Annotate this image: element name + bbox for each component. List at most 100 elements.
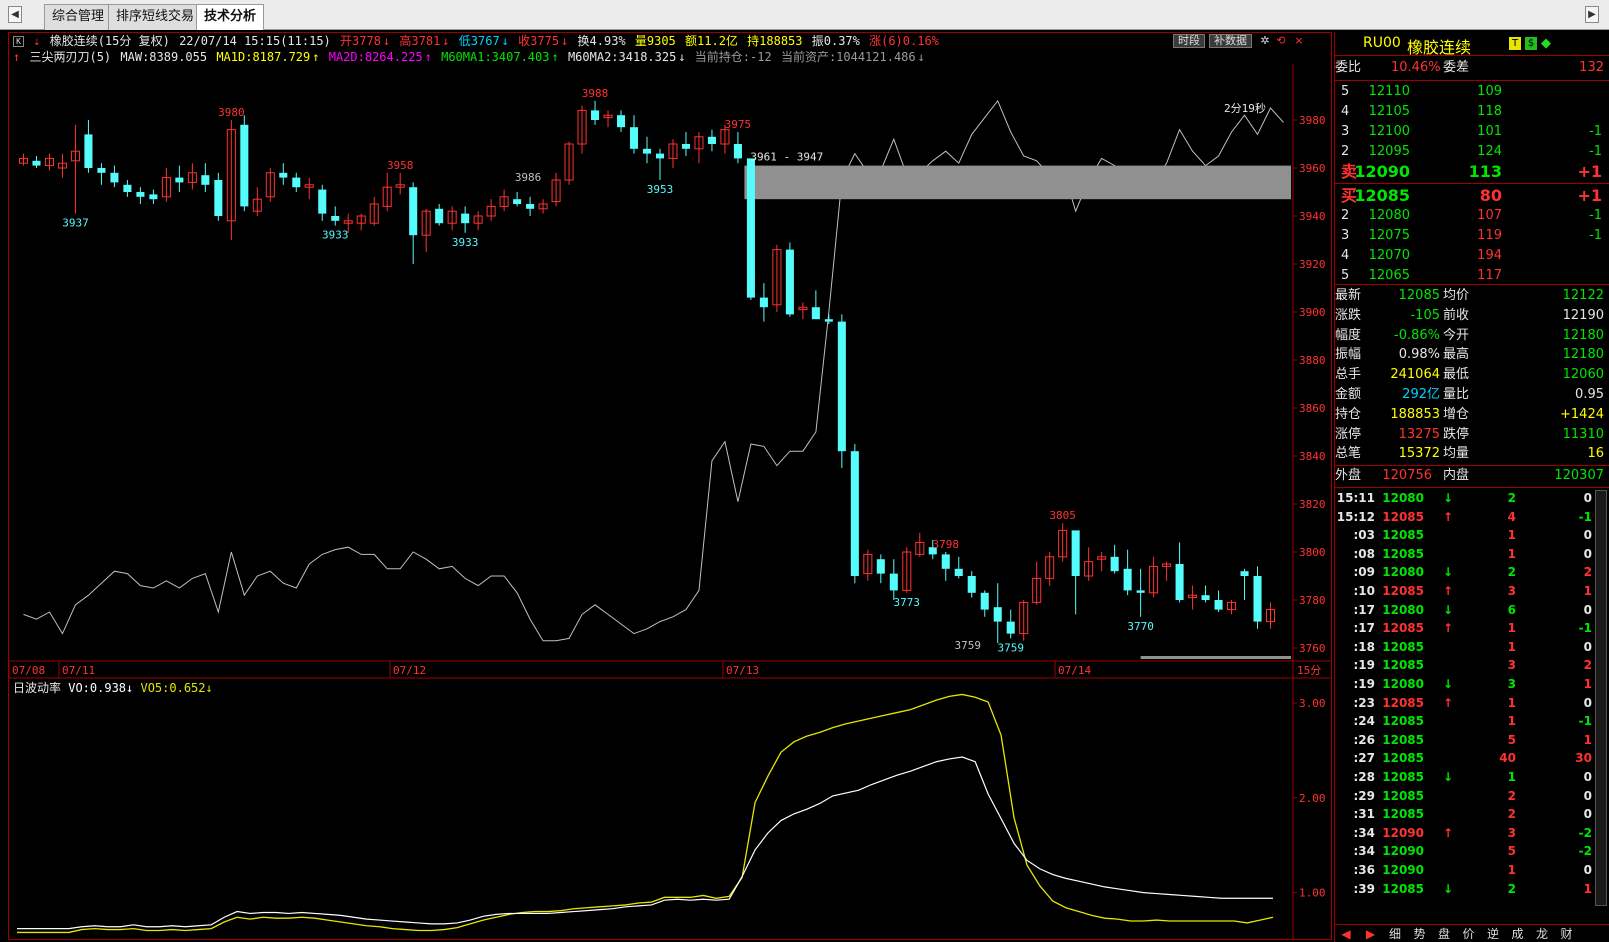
tick-price: 12085 <box>1382 528 1424 543</box>
tick-row[interactable]: :29 12085 2 0 <box>1335 787 1609 805</box>
candle-body <box>136 192 145 197</box>
bid-row[interactable]: 3 12075 119 -1 <box>1335 226 1609 246</box>
period-button[interactable]: 时段 <box>1173 34 1205 48</box>
bid-row[interactable]: 2 12080 107 -1 <box>1335 206 1609 226</box>
tick-volume: 1 <box>1507 528 1516 543</box>
back-icon[interactable]: ⟲ <box>1275 35 1287 47</box>
tick-open-interest: 0 <box>1583 695 1592 710</box>
ask-level: 5 <box>1341 84 1350 99</box>
tick-row[interactable]: :17 12080 ↓ 6 0 <box>1335 601 1609 619</box>
panel-tab-0[interactable]: ◀ <box>1337 926 1355 942</box>
tick-row[interactable]: :24 12085 1 -1 <box>1335 712 1609 730</box>
date-axis-label: 07/12 <box>393 664 426 677</box>
panel-tab-6[interactable]: 逆 <box>1484 926 1502 942</box>
tick-row[interactable]: :08 12085 1 0 <box>1335 545 1609 563</box>
tick-row[interactable]: :17 12085 ↑ 1 -1 <box>1335 619 1609 637</box>
panel-tab-4[interactable]: 盘 <box>1435 926 1453 942</box>
tick-price: 12085 <box>1382 639 1424 654</box>
ask-row[interactable]: 5 12110 109 <box>1335 82 1609 102</box>
bid-change: -1 <box>1589 228 1602 243</box>
tick-row[interactable]: :09 12080 ↓ 2 2 <box>1335 563 1609 581</box>
stat-row: 总笔 15372 均量 16 <box>1335 444 1609 464</box>
ask-row[interactable]: 3 12100 101 -1 <box>1335 122 1609 142</box>
stat-value: 241064 <box>1390 367 1440 383</box>
tick-open-interest: 2 <box>1583 658 1592 673</box>
tick-row[interactable]: :31 12085 2 0 <box>1335 805 1609 823</box>
supplement-data-button[interactable]: 补数据 <box>1209 34 1252 48</box>
tick-row[interactable]: :18 12085 1 0 <box>1335 638 1609 656</box>
minimize-icon[interactable]: K <box>13 36 24 47</box>
stat-row: 振幅 0.98% 最高 12180 <box>1335 345 1609 365</box>
stat-value: 15372 <box>1398 446 1440 462</box>
tick-row[interactable]: 15:12 12085 ↑ 4 -1 <box>1335 508 1609 526</box>
price-annotation: 3937 <box>62 217 89 230</box>
tick-row[interactable]: :19 12085 3 2 <box>1335 656 1609 674</box>
tick-row[interactable]: :19 12080 ↓ 3 1 <box>1335 675 1609 693</box>
tick-row[interactable]: :34 12090 ↑ 3 -2 <box>1335 824 1609 842</box>
tick-time: :39 <box>1353 881 1376 896</box>
dollar-icon[interactable]: $ <box>1525 37 1537 50</box>
tick-price: 12085 <box>1382 751 1424 766</box>
indicator-axis-label: 2.00 <box>1299 792 1326 805</box>
tick-price: 12085 <box>1382 658 1424 673</box>
tab-scroll-right-button[interactable]: ▶ <box>1585 6 1599 23</box>
tab-comprehensive[interactable]: 综合管理 <box>44 4 113 30</box>
tick-row[interactable]: :36 12090 1 0 <box>1335 861 1609 879</box>
chart-canvas[interactable]: 3980 3960 3940 3920 3900 3880 3860 3840 3820 3800… <box>9 64 1331 940</box>
tick-time: :18 <box>1353 639 1376 654</box>
ask-row[interactable]: 2 12095 124 -1 <box>1335 142 1609 162</box>
tick-row[interactable]: :27 12085 40 30 <box>1335 749 1609 767</box>
stat-value: 188853 <box>1390 406 1440 422</box>
indicator-name[interactable]: 日波动率 <box>13 680 68 695</box>
bid-volume: 80 <box>1479 186 1502 205</box>
tick-open-interest: 0 <box>1583 788 1592 803</box>
panel-tab-5[interactable]: 价 <box>1460 926 1478 942</box>
panel-tab-1[interactable]: ▶ <box>1362 926 1380 942</box>
bid-row[interactable]: 5 12065 117 <box>1335 266 1609 286</box>
diamond-icon[interactable]: ◆ <box>1541 36 1551 51</box>
panel-tab-7[interactable]: 成 <box>1509 926 1527 942</box>
close-icon[interactable]: × <box>1293 35 1305 47</box>
tab-scroll-left-button[interactable]: ◀ <box>8 6 22 23</box>
ask-row[interactable]: 4 12105 118 <box>1335 102 1609 122</box>
ask-volume: 109 <box>1477 84 1502 99</box>
stat-value: 12180 <box>1562 347 1604 363</box>
t-icon[interactable]: T <box>1509 37 1521 50</box>
tick-time: :34 <box>1353 825 1376 840</box>
tick-row[interactable]: :26 12085 5 1 <box>1335 731 1609 749</box>
candle-body <box>759 297 768 308</box>
tick-row[interactable]: 15:11 12080 ↓ 2 0 <box>1335 489 1609 507</box>
panel-tab-9[interactable]: 财 <box>1558 926 1576 942</box>
bid-row[interactable]: 买 12085 80 +1 <box>1335 186 1609 206</box>
candle-body <box>97 168 106 173</box>
candle-body <box>149 194 158 200</box>
stat-value: 16 <box>1587 446 1604 462</box>
tab-technical-analysis[interactable]: 技术分析 <box>196 4 265 30</box>
tick-row[interactable]: :28 12085 ↓ 1 0 <box>1335 768 1609 786</box>
stat-value: 12085 <box>1398 288 1440 303</box>
stat-value: 0.95 <box>1575 387 1604 402</box>
chart-title: 橡胶连续(15分 复权) <box>49 34 170 48</box>
bid-level: 5 <box>1341 268 1350 283</box>
candle-body <box>1175 564 1184 600</box>
tick-row[interactable]: :03 12085 1 0 <box>1335 526 1609 544</box>
indicator-axis-label: 1.00 <box>1299 887 1326 900</box>
tick-scrollbar[interactable] <box>1595 490 1607 906</box>
panel-tab-3[interactable]: 势 <box>1411 926 1429 942</box>
ask-row[interactable]: 卖 12090 113 +1 <box>1335 162 1609 182</box>
tick-price: 12090 <box>1382 844 1424 859</box>
chevron-down-icon[interactable]: ⇣ <box>33 34 40 48</box>
tick-row[interactable]: :10 12085 ↑ 3 1 <box>1335 582 1609 600</box>
tick-time: :36 <box>1353 863 1376 877</box>
formula-name[interactable]: 三尖两刃刀(5) <box>29 50 111 64</box>
tick-volume: 1 <box>1507 695 1516 710</box>
panel-tab-8[interactable]: 龙 <box>1533 926 1551 942</box>
tick-row[interactable]: :39 12085 ↓ 2 1 <box>1335 880 1609 898</box>
tick-row[interactable]: :34 12090 5 -2 <box>1335 842 1609 860</box>
chart-area[interactable]: K ⇣ 橡胶连续(15分 复权) 22/07/14 15:15(11:15) 开… <box>8 32 1332 940</box>
gear-icon[interactable]: ✲ <box>1259 35 1271 47</box>
panel-tab-2[interactable]: 细 <box>1386 926 1404 942</box>
tick-row[interactable]: :23 12085 ↑ 1 0 <box>1335 694 1609 712</box>
bid-row[interactable]: 4 12070 194 <box>1335 246 1609 266</box>
tab-ranking[interactable]: 排序短线交易 <box>108 4 203 30</box>
